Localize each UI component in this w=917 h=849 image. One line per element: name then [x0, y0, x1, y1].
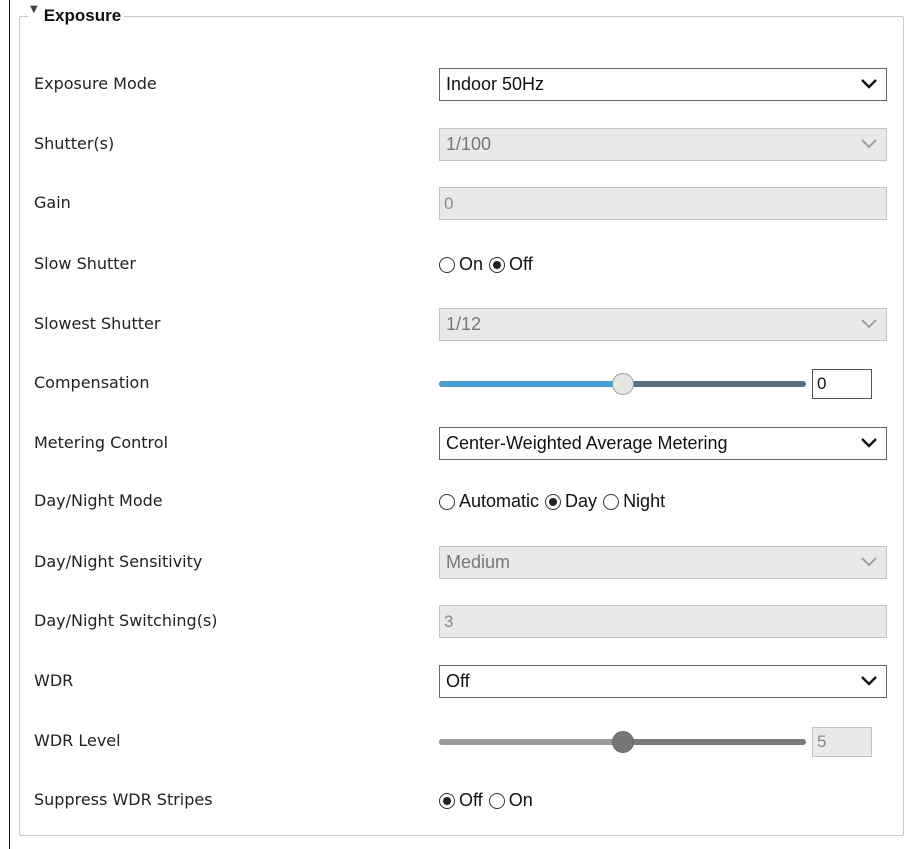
- day-night-automatic-radio[interactable]: Automatic: [439, 491, 539, 512]
- day-night-day-radio[interactable]: Day: [545, 491, 597, 512]
- radio-label: Automatic: [459, 491, 540, 511]
- exposure-mode-value: Indoor 50Hz: [446, 74, 545, 94]
- chevron-down-icon: [860, 555, 878, 569]
- slider-thumb: [611, 730, 634, 753]
- day-night-sensitivity-select: Medium: [439, 546, 887, 579]
- row-suppress-wdr-stripes: Suppress WDR Stripes Off On: [34, 780, 894, 820]
- slowest-shutter-select: 1/12: [439, 308, 887, 341]
- gain-input: 0: [439, 187, 887, 220]
- row-metering-control: Metering Control Center-Weighted Average…: [34, 423, 894, 463]
- radio-unchecked-icon[interactable]: [439, 493, 455, 510]
- exposure-mode-select[interactable]: Indoor 50Hz: [439, 68, 887, 101]
- suppress-wdr-stripes-label: Suppress WDR Stripes: [34, 790, 213, 809]
- suppress-wdr-stripes-radio-group: Off On: [439, 784, 539, 817]
- page-left-border: [9, 0, 10, 849]
- slider-thumb[interactable]: [611, 372, 634, 395]
- row-day-night-sensitivity: Day/Night Sensitivity Medium: [34, 542, 894, 582]
- row-day-night-switching: Day/Night Switching(s) 3: [34, 601, 894, 641]
- day-night-switching-label: Day/Night Switching(s): [34, 611, 218, 630]
- compensation-label: Compensation: [34, 373, 150, 392]
- radio-checked-icon[interactable]: [439, 792, 455, 809]
- compensation-input[interactable]: 0: [812, 368, 872, 399]
- wdr-level-slider: [439, 730, 806, 753]
- day-night-sensitivity-label: Day/Night Sensitivity: [34, 552, 203, 571]
- wdr-select[interactable]: Off: [439, 665, 887, 698]
- slow-shutter-radio-group: On Off: [439, 248, 539, 281]
- wdr-level-label: WDR Level: [34, 731, 121, 750]
- day-night-sensitivity-value: Medium: [446, 552, 511, 572]
- suppress-wdr-on-radio[interactable]: On: [488, 790, 533, 811]
- day-night-switching-input: 3: [439, 605, 887, 638]
- row-exposure-mode: Exposure Mode Indoor 50Hz: [34, 64, 894, 104]
- shutter-label: Shutter(s): [34, 134, 115, 153]
- section-title: Exposure: [43, 6, 122, 25]
- row-wdr-level: WDR Level 5: [34, 721, 894, 761]
- radio-unchecked-icon[interactable]: [488, 792, 505, 809]
- row-compensation: Compensation 0: [34, 363, 894, 403]
- radio-checked-icon[interactable]: [545, 493, 562, 510]
- row-day-night-mode: Day/Night Mode Automatic Day Night: [34, 481, 894, 521]
- wdr-value: Off: [446, 671, 470, 691]
- radio-label: Off: [459, 790, 483, 810]
- row-slow-shutter: Slow Shutter On Off: [34, 244, 894, 284]
- radio-unchecked-icon[interactable]: [603, 493, 620, 510]
- day-night-mode-radio-group: Automatic Day Night: [439, 485, 671, 518]
- metering-control-select[interactable]: Center-Weighted Average Metering: [439, 427, 887, 460]
- triangle-down-icon[interactable]: ▼: [30, 5, 38, 15]
- chevron-down-icon: [860, 317, 878, 331]
- section-header[interactable]: ▼ Exposure: [28, 5, 125, 27]
- exposure-mode-label: Exposure Mode: [34, 74, 157, 93]
- wdr-level-input: 5: [812, 726, 872, 757]
- chevron-down-icon: [860, 137, 878, 151]
- radio-label: On: [508, 790, 533, 810]
- radio-unchecked-icon[interactable]: [439, 256, 455, 273]
- metering-control-value: Center-Weighted Average Metering: [446, 433, 728, 453]
- row-wdr: WDR Off: [34, 661, 894, 701]
- slider-fill: [439, 380, 623, 387]
- gain-label: Gain: [34, 193, 71, 212]
- slow-shutter-label: Slow Shutter: [34, 254, 136, 273]
- day-night-mode-label: Day/Night Mode: [34, 491, 163, 510]
- compensation-slider[interactable]: [439, 372, 806, 395]
- slow-shutter-on-radio[interactable]: On: [439, 254, 483, 275]
- row-gain: Gain 0: [34, 183, 894, 223]
- row-shutter: Shutter(s) 1/100: [34, 124, 894, 164]
- radio-checked-icon[interactable]: [489, 256, 506, 273]
- chevron-down-icon: [860, 77, 878, 91]
- slowest-shutter-label: Slowest Shutter: [34, 314, 161, 333]
- metering-control-label: Metering Control: [34, 433, 169, 452]
- slider-fill: [439, 738, 623, 745]
- wdr-label: WDR: [34, 671, 74, 690]
- row-slowest-shutter: Slowest Shutter 1/12: [34, 304, 894, 344]
- day-night-night-radio[interactable]: Night: [603, 491, 665, 512]
- slowest-shutter-value: 1/12: [446, 314, 482, 334]
- shutter-value: 1/100: [446, 134, 492, 154]
- slow-shutter-off-radio[interactable]: Off: [489, 254, 533, 275]
- radio-label: Night: [623, 491, 666, 511]
- chevron-down-icon: [860, 436, 878, 450]
- suppress-wdr-off-radio[interactable]: Off: [439, 790, 483, 811]
- shutter-select: 1/100: [439, 128, 887, 161]
- radio-label: Day: [565, 491, 598, 511]
- radio-label: Off: [509, 254, 533, 274]
- radio-label: On: [459, 254, 484, 274]
- chevron-down-icon: [860, 674, 878, 688]
